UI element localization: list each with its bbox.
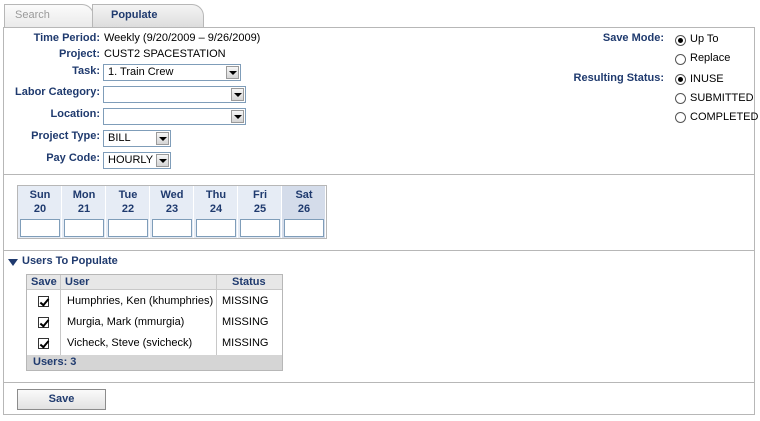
status-inuse-label: INUSE xyxy=(690,73,724,85)
time-period-label: Time Period: xyxy=(33,32,100,44)
task-label: Task: xyxy=(72,65,100,77)
task-select-value: 1. Train Crew xyxy=(108,66,174,78)
day-name: Fri xyxy=(252,189,268,201)
day-column-tue: Tue 22 xyxy=(106,186,150,238)
day-number: 23 xyxy=(165,203,179,215)
day-column-fri: Fri 25 xyxy=(238,186,282,238)
pay-code-label: Pay Code: xyxy=(46,152,100,164)
resulting-status-label: Resulting Status: xyxy=(573,72,664,84)
save-mode-replace-radio[interactable] xyxy=(675,54,686,65)
day-name: Mon xyxy=(72,189,96,201)
save-mode-upto-radio[interactable] xyxy=(675,35,686,46)
day-hours-input-thu[interactable] xyxy=(196,219,236,237)
day-hours-input-mon[interactable] xyxy=(64,219,104,237)
users-table: Save User Status Humphries, Ken (khumphr… xyxy=(26,274,283,371)
tab-populate[interactable]: Populate xyxy=(92,4,204,28)
table-row: Murgia, Mark (mmurgia) MISSING xyxy=(27,312,282,333)
day-name: Wed xyxy=(160,189,184,201)
user-cell: Murgia, Mark (mmurgia) xyxy=(67,316,185,328)
status-completed-label: COMPLETED xyxy=(690,111,759,123)
table-row: Vicheck, Steve (svicheck) MISSING xyxy=(27,333,282,354)
day-hours-input-sun[interactable] xyxy=(20,219,60,237)
day-hours-input-sat[interactable] xyxy=(284,219,324,237)
divider xyxy=(4,250,754,251)
day-number: 26 xyxy=(297,203,311,215)
save-checkbox[interactable] xyxy=(38,296,49,307)
user-cell: Vicheck, Steve (svicheck) xyxy=(67,337,193,349)
user-cell: Humphries, Ken (khumphries) xyxy=(67,295,214,307)
day-name: Tue xyxy=(118,189,138,201)
header-save: Save xyxy=(31,276,57,288)
day-hours-input-tue[interactable] xyxy=(108,219,148,237)
day-grid: Sun 20 Mon 21 Tue 22 Wed 23 Thu 24 Fri 2… xyxy=(17,185,327,239)
day-number: 24 xyxy=(209,203,223,215)
day-name: Sun xyxy=(29,189,51,201)
project-type-label: Project Type: xyxy=(31,130,100,142)
day-number: 25 xyxy=(253,203,267,215)
day-number: 22 xyxy=(121,203,135,215)
location-label: Location: xyxy=(50,108,101,120)
task-select[interactable]: 1. Train Crew xyxy=(103,64,241,81)
users-table-footer: Users: 3 xyxy=(27,355,282,370)
table-row: Humphries, Ken (khumphries) MISSING xyxy=(27,291,282,312)
day-name: Sat xyxy=(295,189,313,201)
tab-search[interactable]: Search xyxy=(4,4,94,28)
status-submitted-label: SUBMITTED xyxy=(690,92,754,104)
populate-panel: Time Period: Weekly (9/20/2009 – 9/26/20… xyxy=(3,27,759,415)
day-number: 20 xyxy=(33,203,47,215)
divider xyxy=(4,174,754,175)
location-select[interactable] xyxy=(103,108,246,125)
day-column-sat: Sat 26 xyxy=(282,186,326,238)
users-table-header: Save User Status xyxy=(27,275,282,290)
chevron-down-icon xyxy=(156,132,169,145)
pay-code-select-value: HOURLY xyxy=(108,154,154,166)
day-hours-input-wed[interactable] xyxy=(152,219,192,237)
status-submitted-radio[interactable] xyxy=(675,93,686,104)
chevron-down-icon xyxy=(231,88,244,101)
time-period-value: Weekly (9/20/2009 – 9/26/2009) xyxy=(104,32,261,44)
day-column-thu: Thu 24 xyxy=(194,186,238,238)
project-value: CUST2 SPACESTATION xyxy=(104,48,226,60)
chevron-down-icon xyxy=(156,154,169,167)
project-type-select[interactable]: BILL xyxy=(103,130,171,147)
project-label: Project: xyxy=(59,48,100,60)
save-checkbox[interactable] xyxy=(38,317,49,328)
save-checkbox[interactable] xyxy=(38,338,49,349)
day-column-mon: Mon 21 xyxy=(62,186,106,238)
divider xyxy=(4,382,754,383)
users-count: Users: 3 xyxy=(33,356,77,368)
labor-category-label: Labor Category: xyxy=(15,86,100,98)
users-section-title: Users To Populate xyxy=(22,255,118,267)
save-mode-replace-label: Replace xyxy=(690,52,731,64)
status-cell: MISSING xyxy=(222,316,269,328)
project-type-select-value: BILL xyxy=(108,132,131,144)
chevron-down-icon xyxy=(231,110,244,123)
status-inuse-radio[interactable] xyxy=(675,74,686,85)
labor-category-select[interactable] xyxy=(103,86,246,103)
save-button[interactable]: Save xyxy=(17,389,106,410)
status-cell: MISSING xyxy=(222,295,269,307)
day-column-sun: Sun 20 xyxy=(18,186,62,238)
save-mode-label: Save Mode: xyxy=(602,32,664,44)
day-name: Thu xyxy=(205,189,227,201)
day-hours-input-fri[interactable] xyxy=(240,219,280,237)
save-mode-upto-label: Up To xyxy=(690,33,719,45)
collapse-triangle-icon[interactable] xyxy=(8,259,18,267)
chevron-down-icon xyxy=(226,66,239,79)
pay-code-select[interactable]: HOURLY xyxy=(103,152,171,169)
status-cell: MISSING xyxy=(222,337,269,349)
header-status: Status xyxy=(232,276,266,288)
day-column-wed: Wed 23 xyxy=(150,186,194,238)
status-completed-radio[interactable] xyxy=(675,112,686,123)
day-number: 21 xyxy=(77,203,91,215)
header-user: User xyxy=(65,276,90,288)
